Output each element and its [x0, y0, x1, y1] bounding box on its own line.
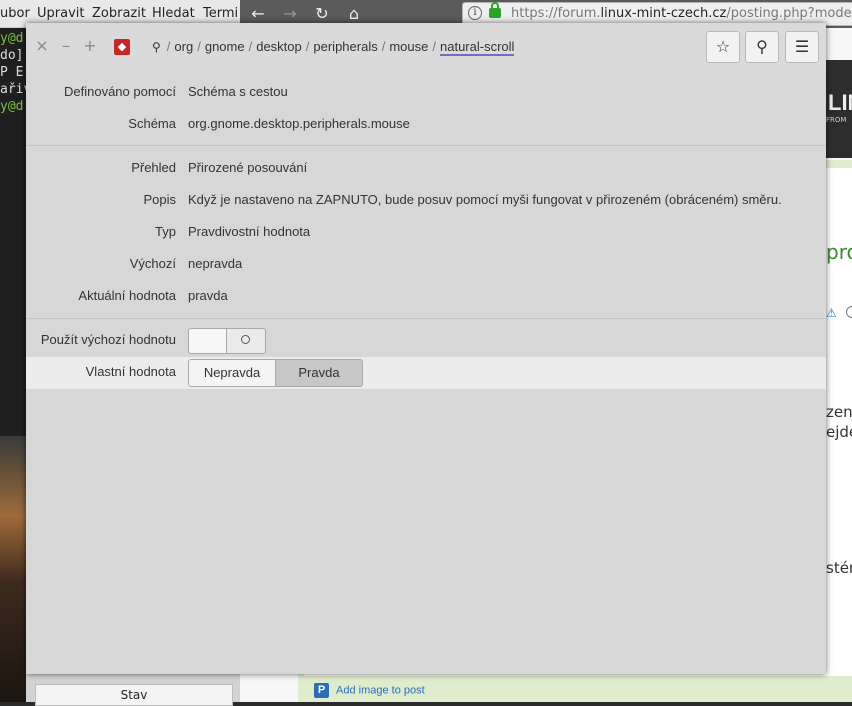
menu-button[interactable]: ☰	[785, 31, 819, 63]
terminal-line: do]	[0, 48, 24, 63]
switch-off-icon	[241, 335, 250, 344]
text-fragment: zený	[826, 403, 852, 421]
dconf-editor-window: × – + ◆ ⚲ / org / gnome / desktop / peripherals /…	[26, 23, 826, 674]
divider	[26, 145, 826, 146]
custom-value-label: Vlastní hodnota	[85, 364, 176, 379]
headerbar: × – + ◆ ⚲ / org / gnome / desktop / peripherals /…	[26, 23, 826, 71]
warning-icon: ⚠	[826, 306, 837, 320]
row-summary: Přehled Přirozené posouvání	[26, 152, 826, 184]
row-default: Výchozí nepravda	[26, 248, 826, 280]
hamburger-icon: ☰	[794, 37, 810, 56]
home-icon[interactable]: ⌂	[342, 3, 366, 25]
bookmark-button[interactable]: ☆	[706, 31, 740, 63]
add-image-link[interactable]: P Add image to post	[314, 683, 425, 698]
minimize-icon[interactable]: –	[58, 37, 74, 55]
site-logo-text: LIN	[828, 90, 852, 115]
summary-label: Přehled	[131, 160, 176, 175]
url-prefix: https://forum.	[511, 6, 601, 21]
status-button[interactable]: Stav	[35, 684, 233, 706]
schema-value: org.gnome.desktop.peripherals.mouse	[188, 116, 410, 131]
page-heading-fragment: pro	[826, 240, 852, 264]
site-banner: LIN FROM	[826, 60, 852, 158]
row-type: Typ Pravdivostní hodnota	[26, 216, 826, 248]
custom-true-button[interactable]: Pravda	[275, 359, 363, 387]
terminal-line: y@d	[0, 99, 24, 114]
dconf-app-icon: ◆	[114, 39, 130, 55]
breadcrumb-item-current[interactable]: natural-scroll	[440, 39, 515, 56]
menu-edit[interactable]: Upravit	[37, 6, 84, 21]
row-current-value: Aktuální hodnota pravda	[26, 280, 826, 312]
info-icon[interactable]: i	[468, 6, 482, 20]
search-icon: ⚲	[756, 37, 768, 56]
url-path: /posting.php?mode=post&f=	[726, 6, 852, 21]
defined-by-value: Schéma s cestou	[188, 84, 288, 99]
wallpaper-image	[0, 436, 26, 702]
use-default-switch[interactable]	[188, 328, 266, 354]
terminal-line: P E	[0, 65, 24, 80]
menu-search[interactable]: Hledat	[152, 6, 195, 21]
breadcrumb-item[interactable]: desktop	[256, 39, 302, 54]
image-upload-icon: P	[314, 683, 329, 698]
schema-label: Schéma	[128, 116, 176, 131]
back-icon[interactable]: ←	[246, 3, 270, 25]
terminal-line: y@d	[0, 31, 24, 46]
divider	[26, 318, 826, 319]
summary-value: Přirozené posouvání	[188, 160, 308, 175]
search-button[interactable]: ⚲	[745, 31, 779, 63]
forward-icon[interactable]: →	[278, 3, 302, 25]
url-domain: linux-mint-czech.cz	[600, 6, 727, 21]
menu-file[interactable]: ubor	[0, 6, 30, 21]
use-default-label: Použít výchozí hodnotu	[40, 332, 176, 347]
breadcrumb-item[interactable]: peripherals	[313, 39, 377, 54]
breadcrumb-item[interactable]: mouse	[389, 39, 428, 54]
key-icon[interactable]: ⚲	[152, 40, 161, 54]
star-icon: ☆	[715, 37, 731, 56]
row-use-default: Použít výchozí hodnotu	[26, 324, 826, 356]
text-fragment: ejde	[826, 423, 852, 441]
description-value: Když je nastaveno na ZAPNUTO, bude posuv…	[188, 192, 782, 207]
text-fragment: stém	[826, 559, 852, 577]
menu-terminal[interactable]: Termi	[203, 6, 238, 21]
row-defined-by: Definováno pomocí Schéma s cestou	[26, 76, 826, 108]
switch-knob	[189, 329, 227, 353]
site-logo-subtext: FROM	[826, 116, 847, 124]
add-image-label: Add image to post	[336, 684, 425, 697]
maximize-icon[interactable]: +	[82, 37, 98, 55]
radio-button[interactable]	[846, 306, 852, 318]
menu-view[interactable]: Zobrazit	[92, 6, 146, 21]
breadcrumb-item[interactable]: gnome	[205, 39, 245, 54]
reload-icon[interactable]: ↻	[310, 3, 334, 25]
type-label: Typ	[155, 224, 176, 239]
type-value: Pravdivostní hodnota	[188, 224, 311, 239]
row-custom-value: Vlastní hodnota	[26, 356, 826, 388]
default-value: nepravda	[188, 256, 243, 271]
current-value: pravda	[188, 288, 228, 303]
defined-by-label: Definováno pomocí	[63, 84, 176, 99]
custom-false-button[interactable]: Nepravda	[188, 359, 276, 387]
description-label: Popis	[143, 192, 176, 207]
close-icon[interactable]: ×	[34, 37, 50, 55]
default-label: Výchozí	[129, 256, 176, 271]
breadcrumb: ⚲ / org / gnome / desktop / peripherals / mouse / na…	[152, 39, 515, 56]
row-description: Popis Když je nastaveno na ZAPNUTO, bude…	[26, 184, 826, 216]
current-value-label: Aktuální hodnota	[78, 288, 176, 303]
lock-icon	[489, 2, 501, 18]
row-schema: Schéma org.gnome.desktop.peripherals.mou…	[26, 108, 826, 140]
breadcrumb-item[interactable]: org	[174, 39, 193, 54]
